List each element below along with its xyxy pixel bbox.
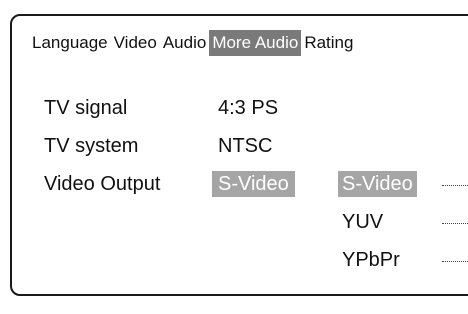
option-label: YUV — [342, 211, 384, 233]
tab-video[interactable]: Video — [111, 30, 160, 56]
tab-audio[interactable]: Audio — [160, 30, 209, 56]
dotted-leader — [442, 185, 468, 186]
tab-language[interactable]: Language — [29, 30, 111, 56]
setting-row-tv-signal[interactable]: TV signal 4:3 PS — [44, 95, 324, 121]
tab-rating[interactable]: Rating — [301, 30, 356, 56]
option-ypbpr[interactable]: YPbPr — [342, 247, 468, 273]
dotted-leader — [442, 223, 468, 224]
option-label: S-Video — [338, 171, 417, 197]
option-label: YPbPr — [342, 249, 400, 271]
setting-label: TV system — [44, 135, 139, 157]
setting-label: Video Output — [44, 173, 161, 195]
menu-tab-bar: Language Video Audio More Audio Rating — [29, 30, 356, 56]
setting-label: TV signal — [44, 97, 128, 119]
setting-value: 4:3 PS — [218, 97, 279, 119]
option-yuv[interactable]: YUV — [342, 209, 468, 235]
setting-value-selected: S-Video — [212, 171, 295, 197]
setting-row-video-output[interactable]: Video Output S-Video — [44, 171, 324, 197]
option-s-video[interactable]: S-Video — [338, 171, 468, 197]
setting-row-tv-system[interactable]: TV system NTSC — [44, 133, 324, 159]
tab-more-audio[interactable]: More Audio — [209, 30, 302, 56]
dotted-leader — [442, 261, 468, 262]
setting-value: NTSC — [218, 135, 273, 157]
